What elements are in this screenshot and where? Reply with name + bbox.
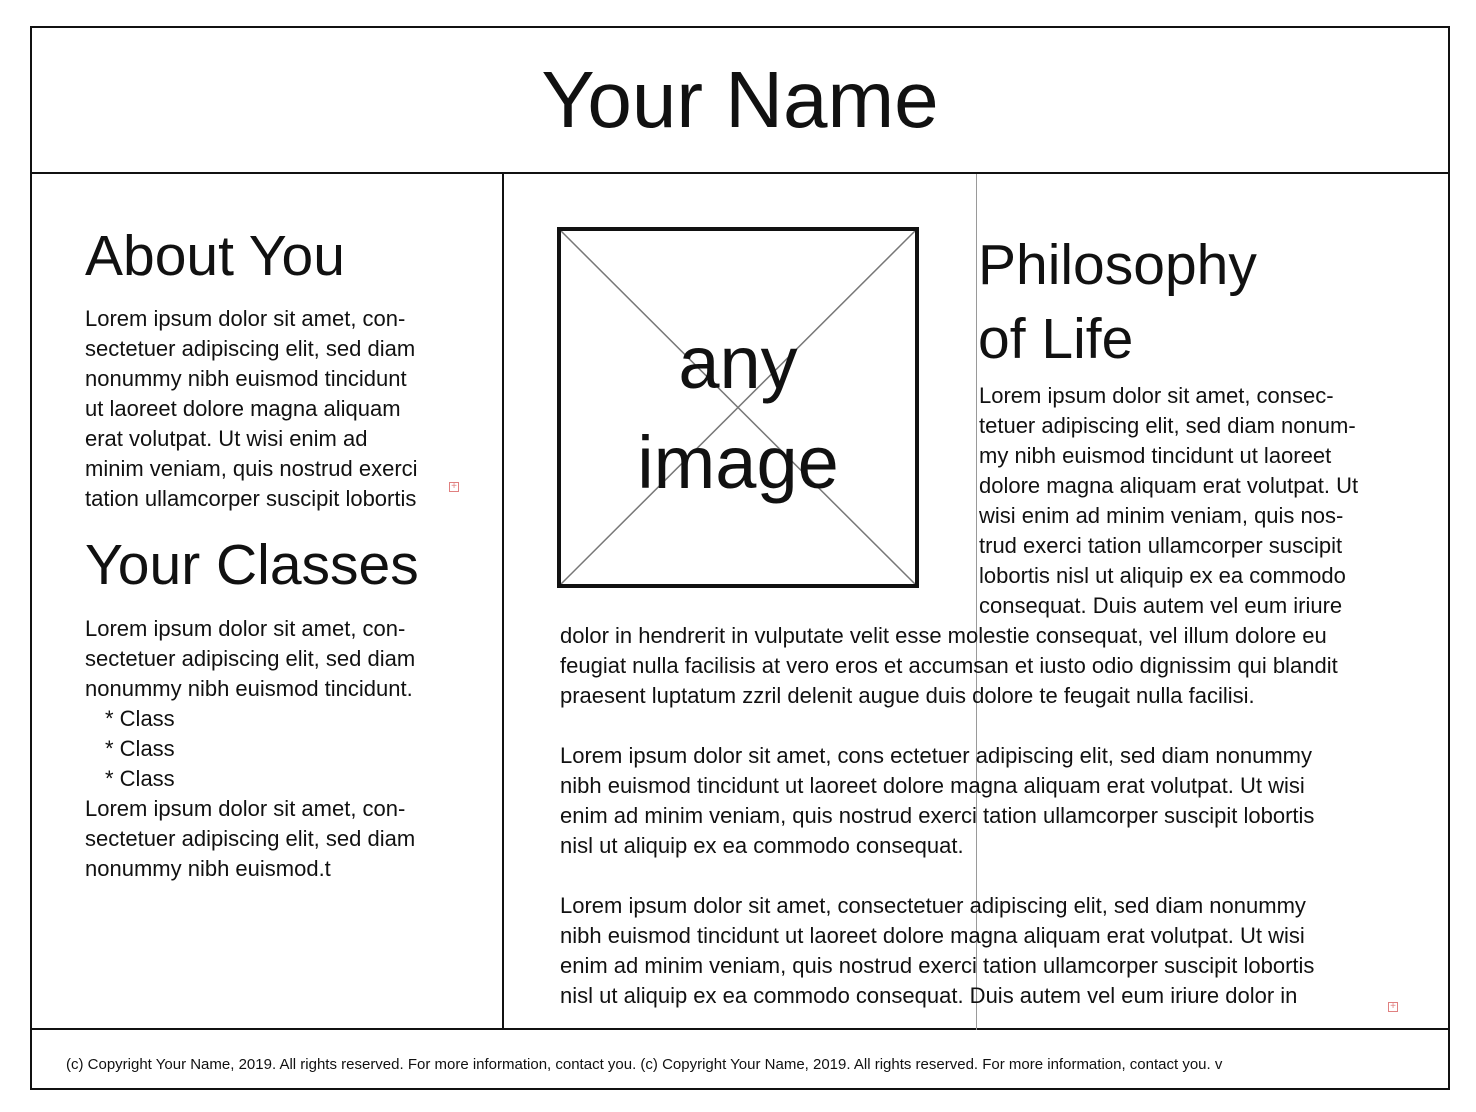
about-text: Lorem ipsum dolor sit amet, con- sectetu… bbox=[85, 304, 418, 514]
image-label-line: any bbox=[678, 321, 798, 404]
text-line: erat volutpat. Ut wisi enim ad bbox=[85, 426, 368, 451]
text-line: enim ad minim veniam, quis nostrud exerc… bbox=[560, 803, 1315, 828]
text-line: praesent luptatum zzril delenit augue du… bbox=[560, 683, 1255, 708]
text-line: nonummy nibh euismod tincidunt bbox=[85, 366, 407, 391]
heading-line: Philosophy bbox=[978, 233, 1257, 297]
text-line: Lorem ipsum dolor sit amet, consectetuer… bbox=[560, 893, 1306, 918]
text-line: consequat. Duis autem vel eum iriure bbox=[979, 593, 1343, 618]
text-line: ut laoreet dolore magna aliquam bbox=[85, 396, 401, 421]
text-line: minim veniam, quis nostrud exerci bbox=[85, 456, 418, 481]
image-label-line: image bbox=[637, 421, 839, 504]
text-line: my nibh euismod tincidunt ut laoreet bbox=[979, 443, 1332, 468]
philosophy-wide-text: dolor in hendrerit in vulputate velit es… bbox=[560, 621, 1338, 711]
text-line: nonummy nibh euismod.t bbox=[85, 856, 331, 881]
text-line: Lorem ipsum dolor sit amet, cons ectetue… bbox=[560, 743, 1313, 768]
philosophy-paragraph-2: Lorem ipsum dolor sit amet, cons ectetue… bbox=[560, 741, 1314, 861]
text-line: nisl ut aliquip ex ea commodo consequat.… bbox=[560, 983, 1298, 1008]
text-line: trud exerci tation ullamcorper suscipit bbox=[979, 533, 1343, 558]
classes-text: Lorem ipsum dolor sit amet, con- sectetu… bbox=[85, 614, 415, 884]
text-line: dolor in hendrerit in vulputate velit es… bbox=[560, 623, 1327, 648]
text-line: nonummy nibh euismod tincidunt. bbox=[85, 676, 413, 701]
text-line: sectetuer adipiscing elit, sed diam bbox=[85, 826, 416, 851]
philosophy-narrow-text: Lorem ipsum dolor sit amet, consec- tetu… bbox=[979, 381, 1358, 621]
text-line: nibh euismod tincidunt ut laoreet dolore… bbox=[560, 773, 1305, 798]
text-line: sectetuer adipiscing elit, sed diam bbox=[85, 336, 416, 361]
site-title: Your Name bbox=[541, 55, 939, 144]
text-line: Lorem ipsum dolor sit amet, con- bbox=[85, 796, 406, 821]
footer-divider bbox=[30, 1028, 1450, 1030]
text-line: Lorem ipsum dolor sit amet, consec- bbox=[979, 383, 1334, 408]
image-placeholder-label: any image bbox=[561, 313, 915, 513]
overflow-plus-icon[interactable]: + bbox=[1388, 1002, 1398, 1012]
text-line: Lorem ipsum dolor sit amet, con- bbox=[85, 616, 406, 641]
text-line: tetuer adipiscing elit, sed diam nonum- bbox=[979, 413, 1356, 438]
text-line: Lorem ipsum dolor sit amet, con- bbox=[85, 306, 406, 331]
text-line: dolore magna aliquam erat volutpat. Ut bbox=[979, 473, 1359, 498]
text-line: lobortis nisl ut aliquip ex ea commodo bbox=[979, 563, 1346, 588]
about-heading: About You bbox=[85, 224, 345, 288]
heading-line: of Life bbox=[978, 307, 1134, 371]
column-divider bbox=[502, 172, 504, 1030]
class-list-item: * Class bbox=[105, 736, 175, 761]
philosophy-paragraph-3: Lorem ipsum dolor sit amet, consectetuer… bbox=[560, 891, 1314, 1011]
class-list-item: * Class bbox=[105, 706, 175, 731]
text-line: feugiat nulla facilisis at vero eros et … bbox=[560, 653, 1338, 678]
text-line: wisi enim ad minim veniam, quis nos- bbox=[979, 503, 1344, 528]
philosophy-heading: Philosophy of Life bbox=[978, 228, 1257, 376]
text-line: enim ad minim veniam, quis nostrud exerc… bbox=[560, 953, 1315, 978]
text-line: nisl ut aliquip ex ea commodo consequat. bbox=[560, 833, 964, 858]
header-divider bbox=[30, 172, 1450, 174]
overflow-plus-icon[interactable]: + bbox=[449, 482, 459, 492]
text-line: nibh euismod tincidunt ut laoreet dolore… bbox=[560, 923, 1305, 948]
text-line: sectetuer adipiscing elit, sed diam bbox=[85, 646, 416, 671]
image-placeholder: any image bbox=[557, 227, 919, 588]
text-line: tation ullamcorper suscipit lobortis bbox=[85, 486, 417, 511]
footer-copyright: (c) Copyright Your Name, 2019. All right… bbox=[66, 1056, 1223, 1073]
classes-heading: Your Classes bbox=[85, 533, 419, 597]
class-list-item: * Class bbox=[105, 766, 175, 791]
